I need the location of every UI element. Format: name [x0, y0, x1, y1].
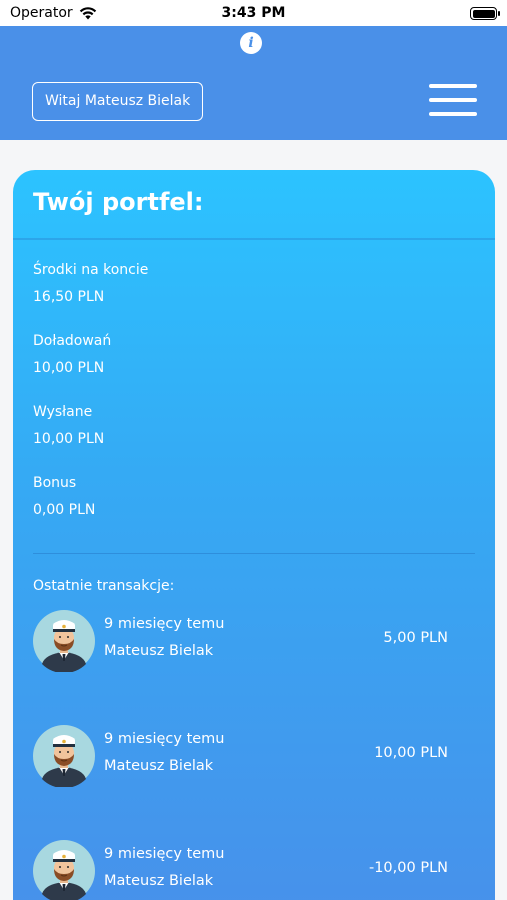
transaction-row[interactable]: 9 miesięcy temu Mateusz Bielak 5,00 PLN [33, 610, 473, 674]
bonus-value: 0,00 PLN [33, 502, 96, 518]
info-icon[interactable]: i [240, 32, 262, 54]
transactions-heading: Ostatnie transakcje: [33, 578, 175, 594]
avatar [33, 610, 95, 672]
topups-value: 10,00 PLN [33, 360, 105, 376]
transaction-row[interactable]: 9 miesięcy temu Mateusz Bielak -10,00 PL… [33, 840, 473, 900]
greeting-button[interactable]: Witaj Mateusz Bielak [32, 82, 204, 121]
transaction-row[interactable]: 9 miesięcy temu Mateusz Bielak 10,00 PLN [33, 725, 473, 789]
transaction-amount: 5,00 PLN [383, 630, 448, 646]
wallet-card: Twój portfel: Środki na koncie 16,50 PLN… [13, 170, 495, 900]
wallet-title: Twój portfel: [33, 188, 204, 216]
title-divider [13, 238, 495, 240]
transaction-amount: 10,00 PLN [374, 745, 448, 761]
status-time: 3:43 PM [221, 5, 286, 21]
sent-value: 10,00 PLN [33, 431, 105, 447]
section-divider [33, 553, 475, 554]
transaction-date: 9 miesięcy temu [104, 846, 225, 862]
transaction-date: 9 miesięcy temu [104, 731, 225, 747]
transaction-name: Mateusz Bielak [104, 758, 214, 774]
avatar [33, 840, 95, 900]
transaction-name: Mateusz Bielak [104, 873, 214, 889]
transaction-date: 9 miesięcy temu [104, 616, 225, 632]
sent-label: Wysłane [33, 404, 93, 420]
bonus-label: Bonus [33, 475, 77, 491]
app-header: i Witaj Mateusz Bielak [0, 26, 507, 140]
balance-value: 16,50 PLN [33, 289, 105, 305]
avatar [33, 725, 95, 787]
balance-label: Środki na koncie [33, 262, 149, 278]
hamburger-menu-icon[interactable] [429, 84, 477, 116]
status-bar: Operator 3:43 PM [0, 0, 507, 26]
battery-icon [470, 7, 500, 20]
transaction-amount: -10,00 PLN [368, 860, 448, 876]
topups-label: Doładowań [33, 333, 112, 349]
transaction-name: Mateusz Bielak [104, 643, 214, 659]
